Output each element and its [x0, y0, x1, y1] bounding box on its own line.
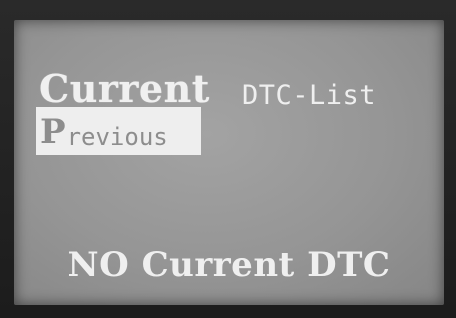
status-message: NO Current DTC	[67, 245, 391, 285]
screen-title: DTC-List	[242, 80, 377, 111]
menu-item-previous-initial: P	[40, 112, 66, 152]
device-bezel: Current DTC-List Previous NO Current DTC	[0, 0, 456, 318]
menu-item-previous-label: revious	[66, 123, 168, 151]
lcd-screen: Current DTC-List Previous NO Current DTC	[14, 20, 444, 305]
menu-item-previous[interactable]: Previous	[36, 107, 201, 155]
menu-item-current[interactable]: Current	[39, 70, 210, 108]
